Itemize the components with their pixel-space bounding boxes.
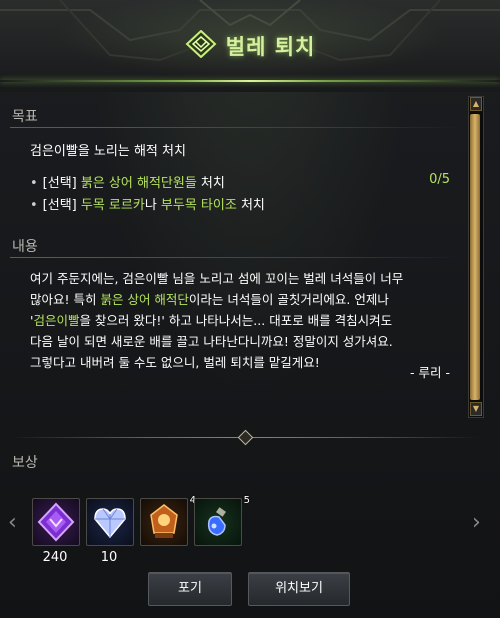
bullet: • bbox=[30, 198, 38, 213]
content-divider bbox=[10, 257, 460, 258]
reward-label: 보상 bbox=[12, 455, 38, 471]
highlight-text: 검은이빨 bbox=[33, 313, 80, 328]
title-glow-line bbox=[0, 80, 500, 82]
content-label: 내용 bbox=[12, 239, 38, 255]
chevron-right-icon[interactable]: › bbox=[472, 510, 481, 535]
reward-value: 10 bbox=[100, 550, 118, 565]
text-span: 을 찾으러 왔다!' 하고 나타나서는... 대포로 배를 격침시켜도 bbox=[79, 313, 393, 328]
reward-slot-4[interactable]: 5 bbox=[194, 495, 250, 546]
highlight-text: 붉은 상어 해적단 bbox=[100, 292, 189, 307]
description-line: 많아요! 특히 붉은 상어 해적단이라는 녀석들이 골칫거리에요. 언제나 bbox=[30, 289, 450, 310]
abandon-button[interactable]: 포기 bbox=[148, 572, 232, 606]
reward-slot-2[interactable] bbox=[86, 498, 134, 546]
goal-suffix: 처치 bbox=[196, 176, 225, 191]
goal-prefix: [선택] bbox=[42, 176, 81, 191]
goal-suffix: 처치 bbox=[236, 198, 265, 213]
goal-label: 목표 bbox=[12, 109, 38, 125]
quest-emblem-icon bbox=[185, 29, 217, 62]
reward-slot-1[interactable] bbox=[32, 498, 80, 546]
goal-item-1: • [선택] 붉은 상어 해적단원들 처치 0/5 bbox=[30, 172, 450, 191]
description-line: 다음 날이 되면 새로운 배를 끌고 나타난다니까요! 정말이지 성가셔요. bbox=[30, 334, 393, 349]
scroll-down-arrow-icon[interactable]: ▼ bbox=[470, 402, 482, 416]
quest-title: 벌레 퇴치 bbox=[225, 35, 316, 59]
quest-description: 여기 주둔지에는, 검은이빨 님을 노리고 섬에 꼬이는 벌레 녀석들이 너무 … bbox=[30, 268, 450, 373]
text-span: 이라는 녀석들이 골칫거리에요. 언제나 bbox=[188, 292, 389, 307]
fire-gem-box-icon bbox=[150, 504, 178, 538]
text-span: 많아요! 특히 bbox=[30, 292, 101, 307]
bullet: • bbox=[30, 176, 38, 191]
goal-middle: 나 bbox=[144, 198, 161, 213]
scroll-up-arrow-icon[interactable]: ▲ bbox=[470, 97, 482, 111]
title-bar: 벌레 퇴치 bbox=[0, 29, 500, 62]
locate-button[interactable]: 위치보기 bbox=[248, 572, 350, 606]
scrollbar-thumb[interactable] bbox=[470, 114, 480, 400]
goal-target: 두목 로르카 bbox=[80, 198, 145, 213]
reward-count: 5 bbox=[243, 495, 250, 506]
crystal-heart-icon bbox=[94, 508, 126, 539]
reward-slot-3[interactable]: 4 bbox=[140, 495, 196, 546]
description-line: '검은이빨을 찾으러 왔다!' 하고 나타나서는... 대포로 배를 격침시켜도 bbox=[30, 310, 450, 331]
goal-divider bbox=[10, 127, 460, 128]
chevron-left-icon[interactable]: ‹ bbox=[8, 510, 17, 535]
reward-value: 240 bbox=[42, 550, 68, 565]
goal-target-2: 부두목 타이조 bbox=[160, 198, 237, 213]
purple-crest-icon bbox=[37, 502, 75, 542]
goal-progress: 0/5 bbox=[429, 172, 450, 187]
signature: - 루리 - bbox=[410, 365, 450, 380]
description-line: 여기 주둔지에는, 검은이빨 님을 노리고 섬에 꼬이는 벌레 녀석들이 너무 bbox=[30, 271, 404, 286]
goal-target: 붉은 상어 해적단원들 bbox=[80, 176, 197, 191]
goal-item-2: • [선택] 두목 로르카나 부두목 타이조 처치 bbox=[30, 194, 450, 213]
blue-potion-icon bbox=[207, 507, 226, 536]
goal-prefix: [선택] bbox=[42, 198, 81, 213]
goal-main-objective: 검은이빨을 노리는 해적 처치 bbox=[30, 144, 186, 159]
